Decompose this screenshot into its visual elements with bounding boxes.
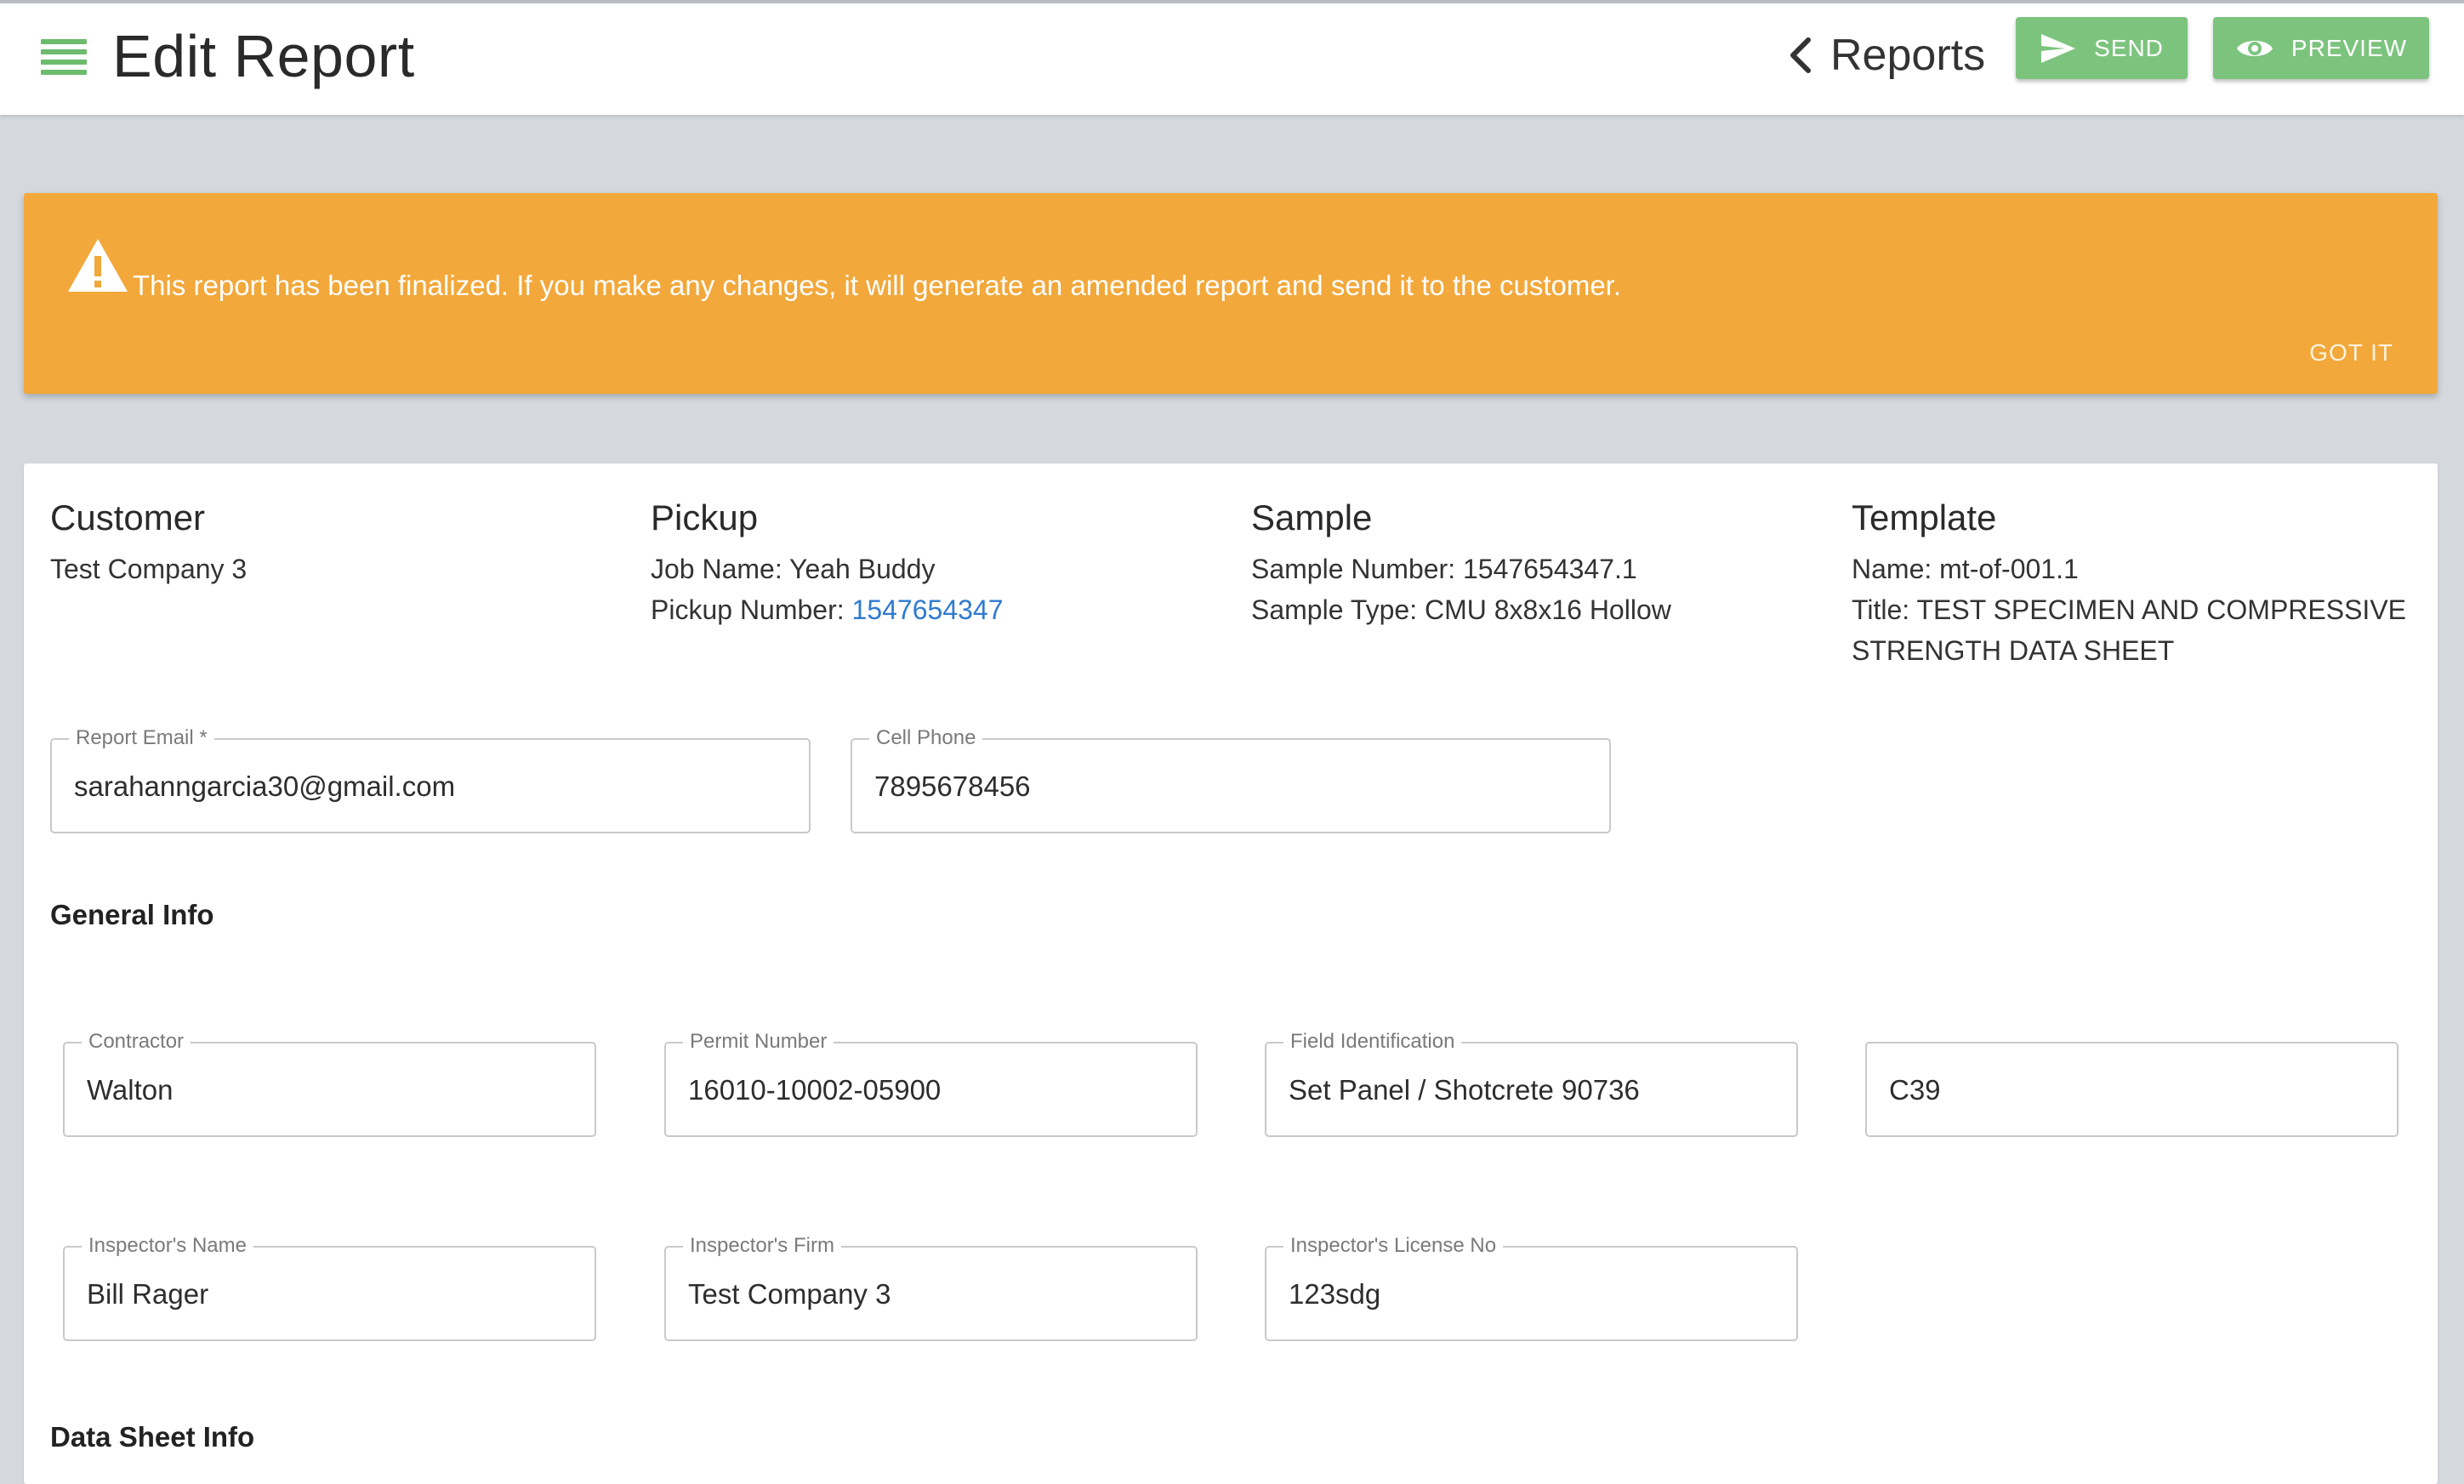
contractor-input[interactable] (87, 1069, 572, 1112)
template-title-line: Title: TEST SPECIMEN AND COMPRESSIVE (1852, 589, 2430, 630)
finalized-alert: This report has been finalized. If you m… (24, 193, 2438, 394)
pickup-number-link[interactable]: 1547654347 (852, 594, 1004, 625)
inspector-name-field[interactable]: Inspector's Name (63, 1234, 596, 1341)
job-name-line: Job Name: Yeah Buddy (651, 549, 1229, 589)
inspector-name-input[interactable] (87, 1273, 572, 1316)
preview-button[interactable]: PREVIEW (2213, 17, 2429, 79)
permit-number-field[interactable]: Permit Number (664, 1030, 1198, 1137)
permit-number-label: Permit Number (683, 1030, 834, 1054)
report-form-card: Customer Test Company 3 Pickup Job Name:… (24, 463, 2438, 1484)
page-title: Edit Report (112, 23, 415, 89)
sample-type-line: Sample Type: CMU 8x8x16 Hollow (1251, 589, 1830, 630)
cell-phone-input[interactable] (874, 765, 1587, 808)
template-heading: Template (1852, 498, 1997, 537)
sample-number-value: 1547654347.1 (1462, 554, 1637, 584)
chevron-left-icon (1790, 37, 1811, 73)
inspector-firm-field[interactable]: Inspector's Firm (664, 1234, 1198, 1341)
got-it-button[interactable]: GOT IT (2309, 339, 2393, 367)
template-name-label: Name: (1852, 554, 1932, 584)
field-identification-label: Field Identification (1283, 1030, 1462, 1054)
contractor-label: Contractor (82, 1030, 191, 1054)
customer-name: Test Company 3 (50, 554, 248, 584)
cell-phone-label: Cell Phone (869, 726, 983, 750)
general-info-title: General Info (50, 899, 214, 930)
sample-section: Sample Sample Number: 1547654347.1 Sampl… (1251, 498, 1830, 630)
inspector-license-label: Inspector's License No (1283, 1234, 1504, 1258)
job-name-label: Job Name: (651, 554, 782, 584)
template-name-value: mt-of-001.1 (1939, 554, 2079, 584)
inspector-name-label: Inspector's Name (82, 1234, 253, 1258)
spec-input[interactable] (1889, 1069, 2375, 1112)
template-title-value-line2: STRENGTH DATA SHEET (1852, 635, 2175, 666)
pickup-number-label: Pickup Number: (651, 594, 845, 625)
back-link-label: Reports (1830, 31, 1986, 80)
pickup-heading: Pickup (651, 498, 759, 537)
sample-heading: Sample (1251, 498, 1373, 537)
field-identification-field[interactable]: Field Identification (1265, 1030, 1798, 1137)
template-title-label: Title: (1852, 594, 1910, 625)
customer-section: Customer Test Company 3 (50, 498, 629, 589)
inspector-firm-label: Inspector's Firm (683, 1234, 841, 1258)
warning-icon (68, 239, 128, 292)
template-title-value-line1: TEST SPECIMEN AND COMPRESSIVE (1916, 594, 2406, 625)
report-email-field[interactable]: Report Email * (50, 726, 811, 833)
sample-type-value: CMU 8x8x16 Hollow (1424, 594, 1671, 625)
cell-phone-field[interactable]: Cell Phone (851, 726, 1611, 833)
sample-number-line: Sample Number: 1547654347.1 (1251, 549, 1830, 589)
field-identification-input[interactable] (1289, 1069, 1774, 1112)
menu-icon[interactable] (41, 39, 87, 77)
pickup-number-line: Pickup Number: 1547654347 (651, 589, 1229, 630)
back-to-reports-link[interactable]: Reports (1786, 26, 1985, 85)
permit-number-input[interactable] (688, 1069, 1174, 1112)
data-sheet-info-title: Data Sheet Info (50, 1421, 255, 1453)
inspector-firm-input[interactable] (688, 1273, 1174, 1316)
job-name-value: Yeah Buddy (789, 554, 936, 584)
send-button[interactable]: SEND (2016, 17, 2188, 79)
template-section: Template Name: mt-of-001.1 Title: TEST S… (1852, 498, 2430, 671)
preview-button-label: PREVIEW (2290, 34, 2408, 61)
inspector-license-field[interactable]: Inspector's License No (1265, 1234, 1798, 1341)
eye-icon (2236, 40, 2273, 56)
top-app-bar: Edit Report Reports SEND PREVIEW (0, 0, 2464, 115)
send-icon (2041, 33, 2076, 63)
sample-type-label: Sample Type: (1251, 594, 1418, 625)
alert-message: This report has been finalized. If you m… (133, 270, 1622, 301)
contractor-field[interactable]: Contractor (63, 1030, 596, 1137)
pickup-section: Pickup Job Name: Yeah Buddy Pickup Numbe… (651, 498, 1229, 630)
report-email-input[interactable] (74, 765, 787, 808)
inspector-license-input[interactable] (1289, 1273, 1774, 1316)
send-button-label: SEND (2094, 34, 2164, 61)
report-email-label: Report Email * (69, 726, 214, 750)
template-name-line: Name: mt-of-001.1 (1852, 549, 2430, 589)
spec-field[interactable] (1865, 1042, 2399, 1137)
sample-number-label: Sample Number: (1251, 554, 1456, 584)
customer-heading: Customer (50, 498, 206, 537)
